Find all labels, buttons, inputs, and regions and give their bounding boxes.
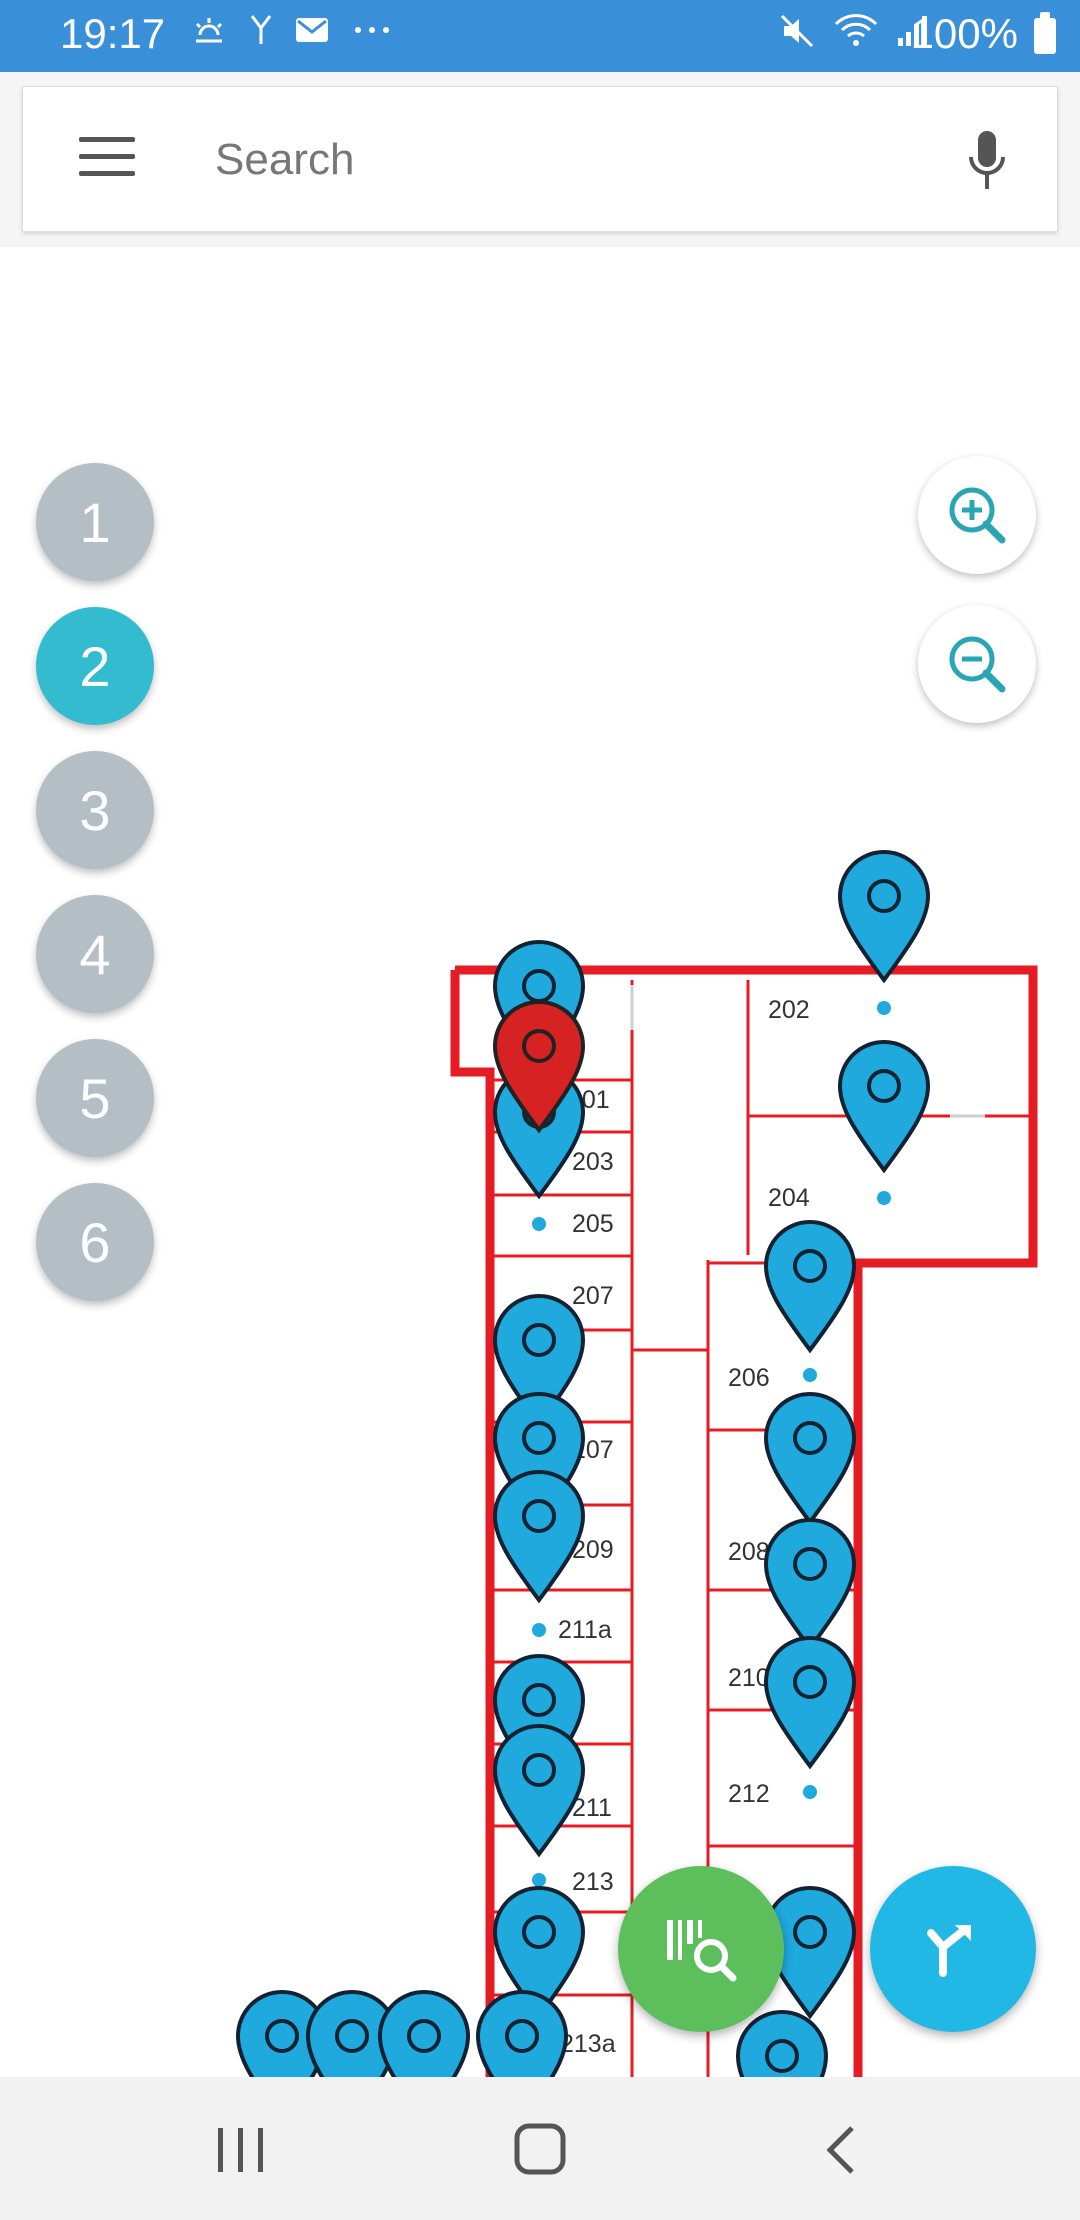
map-pin[interactable] bbox=[475, 1990, 569, 2077]
room-label: 213a bbox=[560, 2030, 616, 2058]
floor-button-1[interactable]: 1 bbox=[36, 463, 154, 581]
battery-icon bbox=[1034, 12, 1056, 54]
back-icon[interactable] bbox=[808, 2122, 878, 2178]
status-time: 19:17 bbox=[60, 10, 166, 57]
microphone-icon[interactable] bbox=[967, 129, 1007, 193]
map-pin[interactable] bbox=[837, 850, 931, 984]
room-label: 212 bbox=[728, 1780, 770, 1808]
floor-button-5[interactable]: 5 bbox=[36, 1039, 154, 1157]
room-label: 205 bbox=[572, 1210, 614, 1238]
directions-button[interactable] bbox=[870, 1866, 1036, 2032]
map-pin[interactable] bbox=[735, 2010, 829, 2077]
room-label: 206 bbox=[728, 1364, 770, 1392]
search-input[interactable] bbox=[213, 127, 917, 193]
signal-y-icon bbox=[250, 15, 272, 44]
zoom-out-button[interactable] bbox=[918, 605, 1036, 723]
zoom-out-icon bbox=[949, 636, 1006, 693]
map-pin[interactable] bbox=[377, 1990, 471, 2077]
directions-icon bbox=[927, 1925, 971, 1977]
navigation-bar bbox=[0, 2077, 1080, 2220]
room-label: 210 bbox=[728, 1664, 770, 1692]
floor-button-4[interactable]: 4 bbox=[36, 895, 154, 1013]
status-bar: 19:17 100% bbox=[0, 0, 1080, 72]
map-pin[interactable] bbox=[763, 1636, 857, 1770]
floor-button-3[interactable]: 3 bbox=[36, 751, 154, 869]
search-card bbox=[22, 86, 1058, 232]
recent-apps-icon[interactable] bbox=[206, 2122, 276, 2178]
weather-icon bbox=[195, 18, 223, 43]
map-pin[interactable] bbox=[763, 1518, 857, 1652]
more-icon bbox=[355, 27, 389, 33]
search-bar-container bbox=[0, 72, 1080, 247]
zoom-in-icon bbox=[949, 487, 1006, 544]
barcode-search-button[interactable] bbox=[618, 1866, 784, 2032]
map-pin[interactable] bbox=[492, 1724, 586, 1858]
room-label: 213 bbox=[572, 1868, 614, 1896]
map-pin[interactable] bbox=[492, 1470, 586, 1604]
barcode-search-icon bbox=[667, 1920, 737, 1982]
battery-percent: 100% bbox=[910, 10, 1018, 57]
map-pin[interactable] bbox=[763, 1220, 857, 1354]
mute-icon bbox=[780, 14, 814, 48]
map-pin[interactable] bbox=[763, 1392, 857, 1526]
menu-icon[interactable] bbox=[79, 137, 135, 177]
room-label: 203 bbox=[572, 1148, 614, 1176]
room-label: 204 bbox=[768, 1184, 810, 1212]
home-icon[interactable] bbox=[505, 2122, 575, 2178]
mail-icon bbox=[296, 18, 328, 42]
floor-button-6[interactable]: 6 bbox=[36, 1183, 154, 1301]
wifi-icon bbox=[834, 14, 878, 46]
map-pin[interactable] bbox=[837, 1040, 931, 1174]
room-label: 208 bbox=[728, 1538, 770, 1566]
zoom-in-button[interactable] bbox=[918, 456, 1036, 574]
room-label: 202 bbox=[768, 996, 810, 1024]
room-label: 211a bbox=[558, 1616, 612, 1644]
floor-button-2[interactable]: 2 bbox=[36, 607, 154, 725]
room-label: 207 bbox=[572, 1282, 614, 1310]
